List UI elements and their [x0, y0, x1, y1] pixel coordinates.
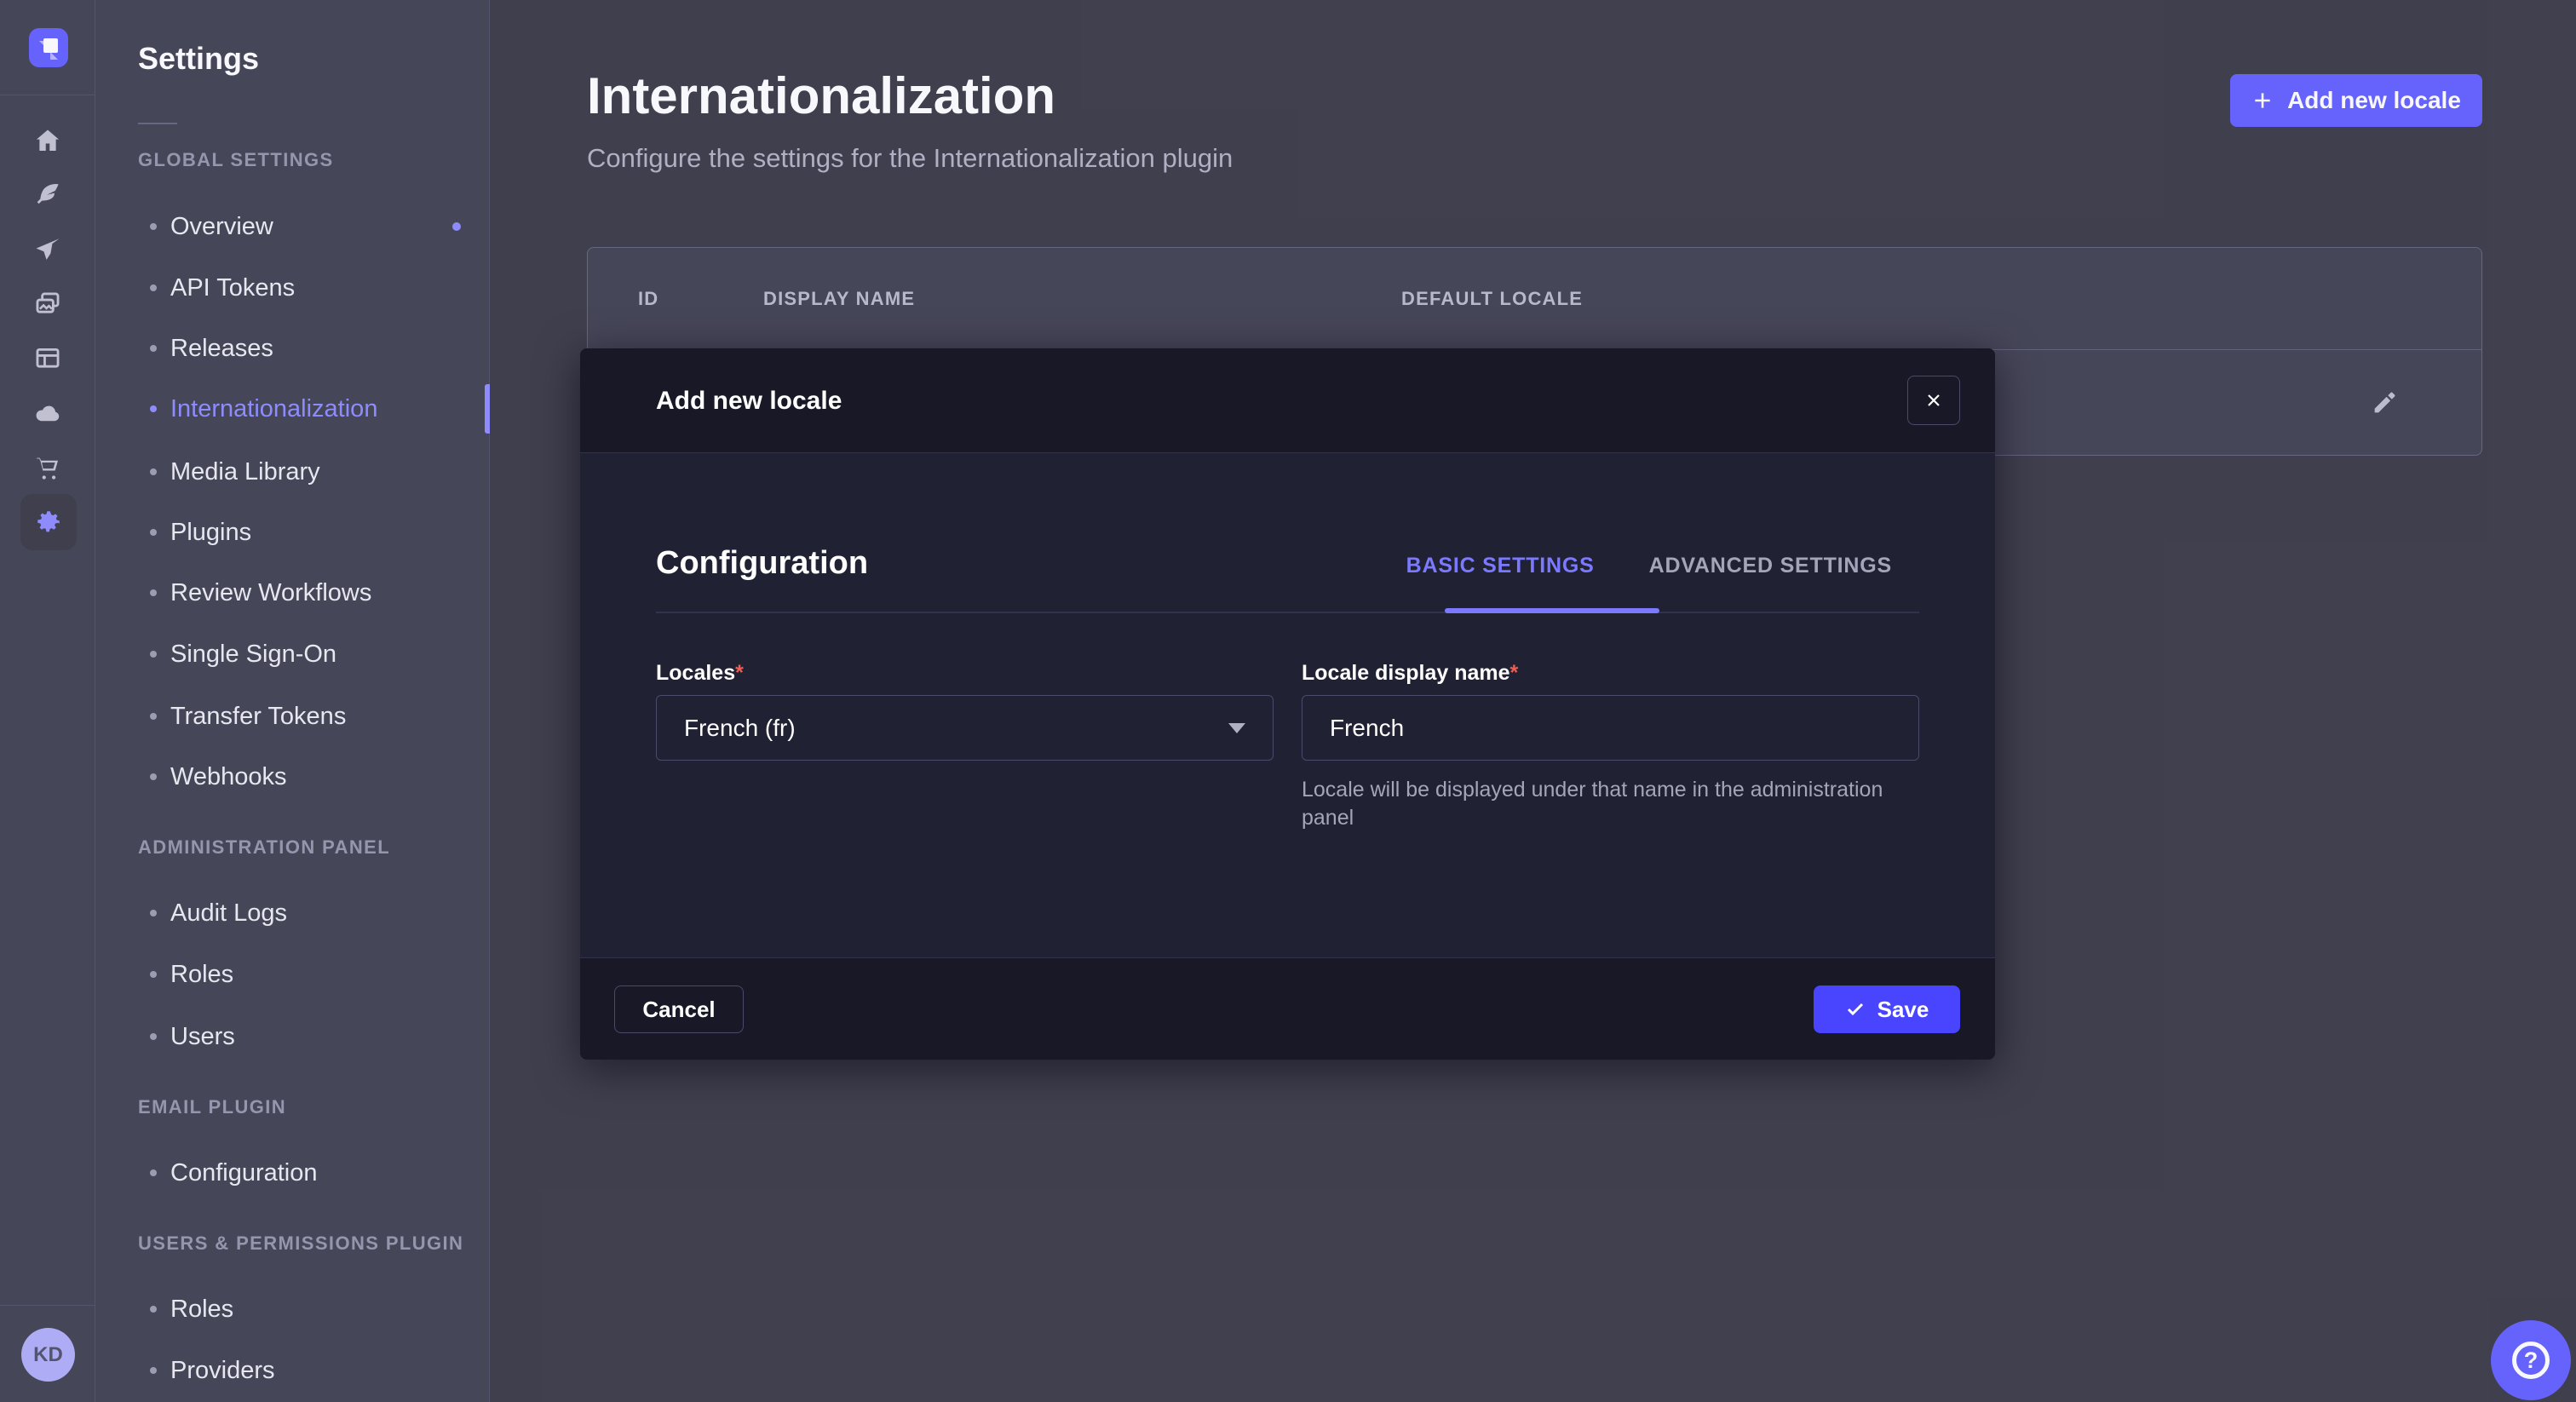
tabs-divider	[656, 612, 1919, 613]
display-name-field: Locale display name* French Locale will …	[1302, 661, 1919, 686]
close-button[interactable]	[1907, 376, 1960, 425]
cancel-button[interactable]: Cancel	[614, 985, 744, 1033]
display-name-label: Locale display name	[1302, 661, 1510, 685]
display-name-input[interactable]: French	[1302, 695, 1919, 761]
display-name-hint: Locale will be displayed under that name…	[1302, 776, 1923, 832]
check-icon	[1845, 999, 1866, 1020]
required-asterisk: *	[735, 661, 744, 685]
add-locale-modal: Add new locale Configuration BASIC SETTI…	[580, 348, 1995, 1060]
tab-basic-settings[interactable]: BASIC SETTINGS	[1379, 549, 1622, 582]
tab-advanced-settings[interactable]: ADVANCED SETTINGS	[1622, 549, 1919, 582]
active-tab-underline	[1445, 608, 1659, 613]
display-name-input-value: French	[1330, 715, 1404, 742]
configuration-heading: Configuration	[656, 545, 868, 582]
locales-field: Locales* French (fr)	[656, 661, 1274, 686]
required-asterisk: *	[1510, 661, 1519, 685]
modal-title: Add new locale	[656, 387, 842, 416]
locales-select[interactable]: French (fr)	[656, 695, 1274, 761]
close-icon	[1923, 390, 1944, 411]
locales-label: Locales	[656, 661, 735, 685]
modal-header: Add new locale	[580, 348, 1995, 453]
modal-footer: Cancel Save	[580, 957, 1995, 1060]
settings-tabs: BASIC SETTINGS ADVANCED SETTINGS	[1379, 549, 1919, 582]
chevron-down-icon	[1228, 723, 1245, 733]
save-button[interactable]: Save	[1814, 985, 1960, 1033]
modal-body: Configuration BASIC SETTINGS ADVANCED SE…	[580, 453, 1995, 957]
locales-select-value: French (fr)	[684, 715, 796, 742]
